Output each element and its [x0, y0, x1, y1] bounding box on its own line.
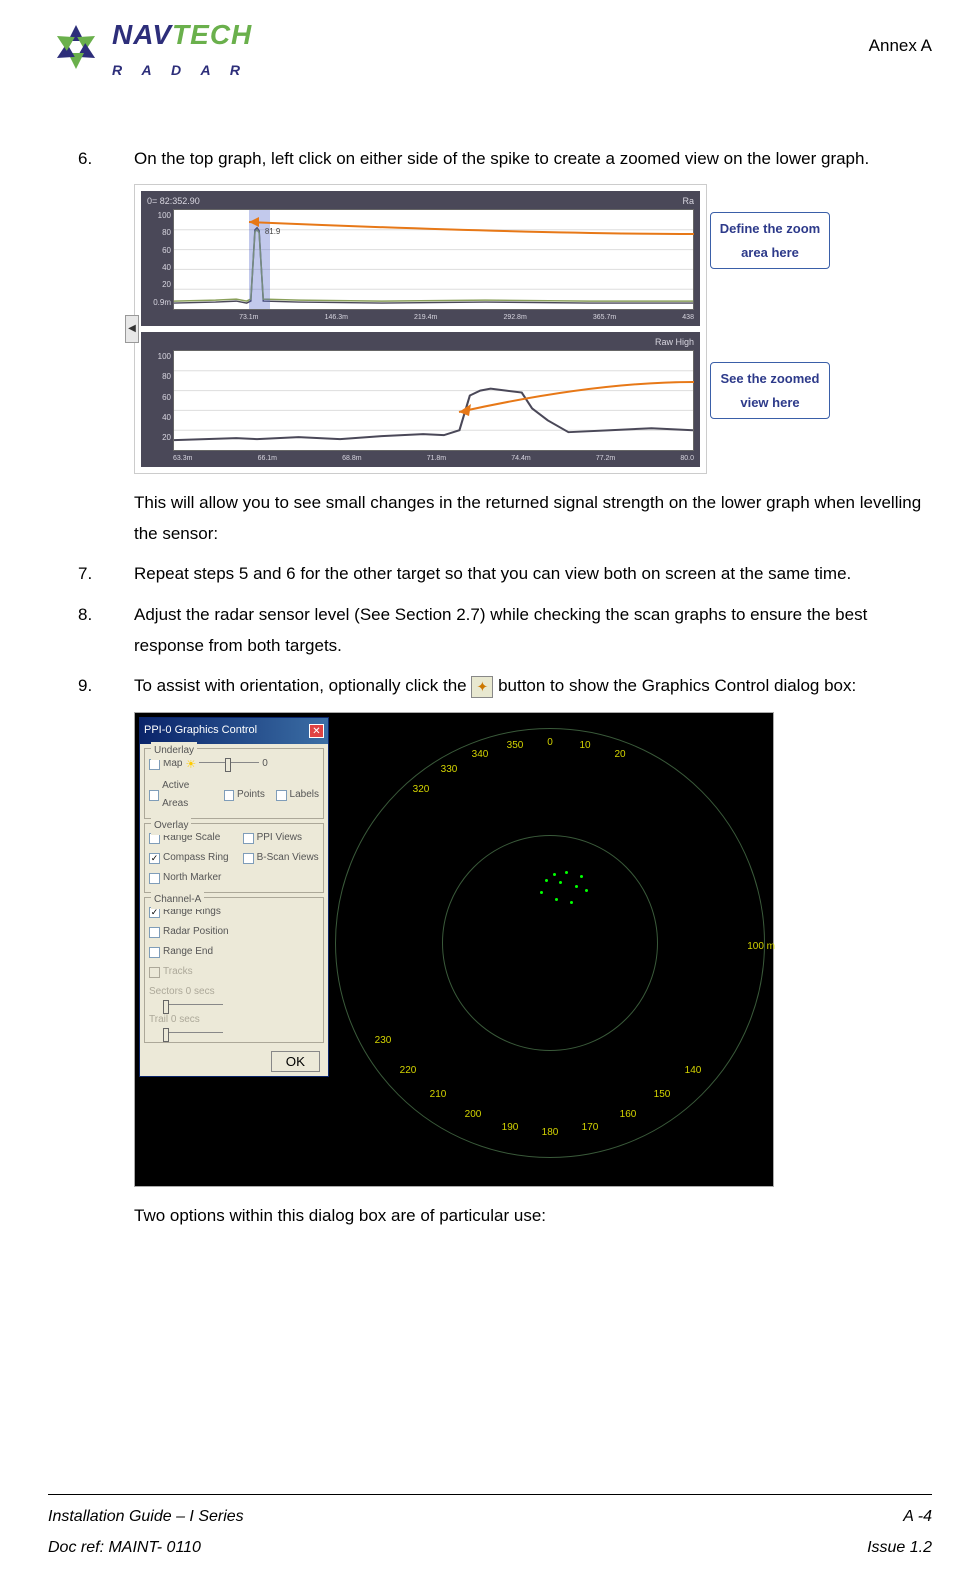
compass-tick: 0	[547, 734, 553, 752]
logo-radar-text: R A D A R	[112, 58, 252, 83]
active-areas-checkbox[interactable]	[149, 790, 159, 801]
checkbox-label: Range End	[163, 943, 213, 961]
step-text: Repeat steps 5 and 6 for the other targe…	[134, 559, 932, 590]
radar-blip	[540, 891, 543, 894]
north-marker-checkbox[interactable]	[149, 873, 160, 884]
checkbox-label: Compass Ring	[163, 849, 229, 867]
ok-button[interactable]: OK	[271, 1051, 320, 1072]
ppi-views-checkbox[interactable]	[243, 833, 254, 844]
compass-tick: 150	[654, 1086, 671, 1104]
labels-checkbox[interactable]	[276, 790, 286, 801]
fieldset-legend: Underlay	[151, 742, 197, 760]
sectors-slider	[163, 1004, 223, 1008]
compass-tick: 320	[413, 781, 430, 799]
radar-position-checkbox[interactable]	[149, 927, 160, 938]
compass-tick: 140	[685, 1062, 702, 1080]
compass-ring-checkbox[interactable]: ✓	[149, 853, 160, 864]
step-followup-text: This will allow you to see small changes…	[134, 488, 932, 549]
compass-tick: 330	[441, 761, 458, 779]
footer-doc-ref: Doc ref: MAINT- 0110	[48, 1534, 201, 1563]
compass-tick: 190	[502, 1119, 519, 1137]
radar-blip	[580, 875, 583, 878]
compass-tick: 20	[614, 746, 625, 764]
channel-fieldset: Channel-A ✓Range Rings Radar Position Ra…	[144, 897, 324, 1043]
step-number: 7.	[78, 559, 134, 590]
compass-tick: 340	[472, 746, 489, 764]
callout-define-zoom: Define the zoom area here	[710, 212, 830, 269]
compass-tick: 10	[579, 737, 590, 755]
trail-label: Trail 0 secs	[149, 1011, 200, 1029]
radar-blip	[575, 885, 578, 888]
step-followup-text: Two options within this dialog box are o…	[134, 1201, 932, 1232]
step-number: 9.	[78, 671, 134, 702]
compass-tick: 350	[507, 737, 524, 755]
tracks-checkbox	[149, 967, 160, 978]
radar-blip	[585, 889, 588, 892]
checkbox-label: Points	[237, 786, 265, 804]
annex-label: Annex A	[869, 31, 932, 62]
brightness-slider[interactable]	[199, 762, 259, 766]
footer-page-number: A -4	[903, 1503, 932, 1532]
graphics-control-icon[interactable]	[471, 676, 493, 698]
checkbox-label: B-Scan Views	[257, 849, 319, 867]
underlay-fieldset: Underlay Map ☀ 0 Active Areas Points Lab…	[144, 748, 324, 820]
radar-blip	[565, 871, 568, 874]
figure-ppi-dialog: 0 10 20 350 340 330 320 140 150 160 170 …	[134, 712, 774, 1187]
checkbox-label: North Marker	[163, 869, 221, 887]
checkbox-label: Tracks	[163, 963, 193, 981]
logo: NAVTECH R A D A R	[48, 10, 252, 84]
compass-tick: 230	[375, 1032, 392, 1050]
checkbox-label: Radar Position	[163, 923, 229, 941]
page-header: NAVTECH R A D A R Annex A	[48, 10, 932, 84]
checkbox-label: Labels	[290, 786, 319, 804]
overlay-fieldset: Overlay Range Scale ✓Compass Ring North …	[144, 823, 324, 893]
dialog-title: PPI-0 Graphics Control	[144, 721, 257, 741]
fieldset-legend: Channel-A	[151, 891, 204, 909]
fieldset-legend: Overlay	[151, 817, 191, 835]
step-text: On the top graph, left click on either s…	[134, 144, 932, 175]
checkbox-label: PPI Views	[257, 829, 302, 847]
radar-ppi-view[interactable]: 0 10 20 350 340 330 320 140 150 160 170 …	[325, 713, 773, 1186]
compass-tick: 170	[582, 1119, 599, 1137]
radar-blip	[559, 881, 562, 884]
radar-blip	[545, 879, 548, 882]
page-footer: Installation Guide – I Series A -4 Doc r…	[48, 1494, 932, 1563]
checkbox-label: Active Areas	[162, 777, 212, 813]
dialog-titlebar[interactable]: PPI-0 Graphics Control ✕	[140, 718, 328, 744]
sectors-label: Sectors 0 secs	[149, 983, 215, 1001]
compass-tick: 220	[400, 1062, 417, 1080]
step-text: To assist with orientation, optionally c…	[134, 671, 932, 702]
points-checkbox[interactable]	[224, 790, 234, 801]
footer-doc-title: Installation Guide – I Series	[48, 1503, 244, 1532]
step-number: 8.	[78, 600, 134, 661]
range-end-checkbox[interactable]	[149, 947, 160, 958]
logo-tech-text: TECH	[172, 19, 252, 50]
compass-tick: 160	[620, 1106, 637, 1124]
compass-tick: 210	[430, 1086, 447, 1104]
radar-blip	[570, 901, 573, 904]
logo-nav-text: NAV	[112, 19, 172, 50]
trail-slider	[163, 1032, 223, 1036]
footer-issue: Issue 1.2	[867, 1534, 932, 1563]
radar-blip	[553, 873, 556, 876]
range-ring-label: 100 m	[747, 938, 775, 956]
step-number: 6.	[78, 144, 134, 175]
radar-blip	[555, 898, 558, 901]
figure-zoom-graphs: ◀ 0= 82:352.90Ra 100806040200.9m 81.9	[134, 184, 707, 474]
slider-value: 0	[262, 755, 268, 773]
logo-icon	[48, 19, 104, 75]
close-button[interactable]: ✕	[309, 724, 324, 738]
compass-tick: 200	[465, 1106, 482, 1124]
callout-see-zoomed: See the zoomed view here	[710, 362, 830, 419]
map-checkbox[interactable]	[149, 759, 160, 770]
compass-tick: 180	[542, 1124, 559, 1142]
graphics-control-dialog[interactable]: PPI-0 Graphics Control ✕ Underlay Map ☀ …	[139, 717, 329, 1077]
bscan-views-checkbox[interactable]	[243, 853, 254, 864]
step-text: Adjust the radar sensor level (See Secti…	[134, 600, 932, 661]
